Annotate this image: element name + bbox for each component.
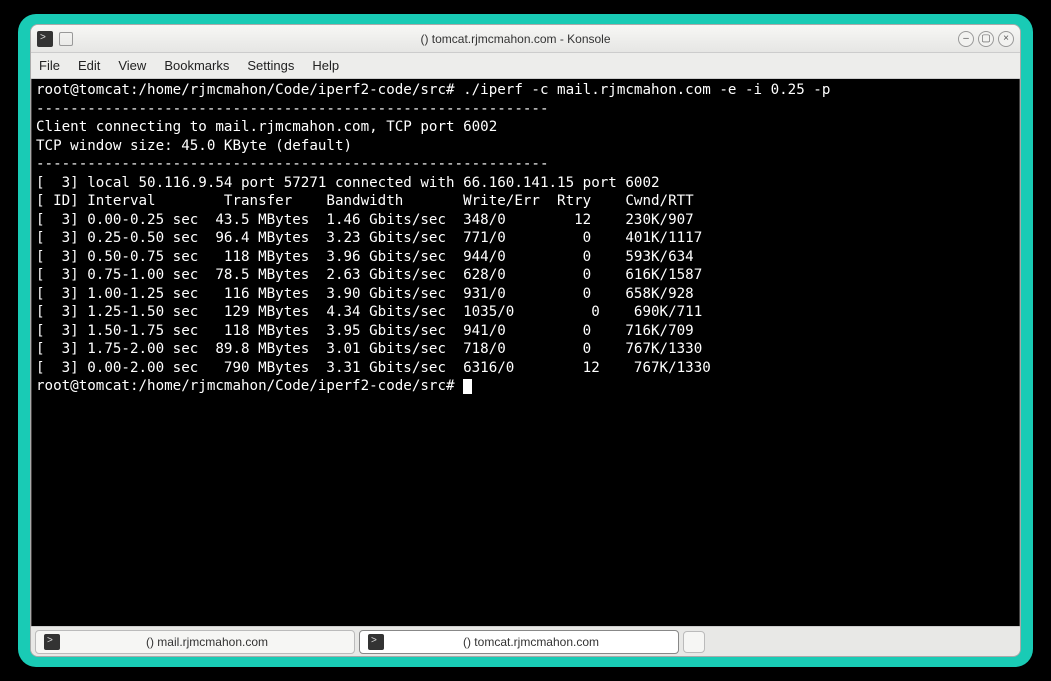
app-icon: [37, 31, 53, 47]
tab-mail[interactable]: () mail.rjmcmahon.com: [35, 630, 355, 654]
menu-file[interactable]: File: [39, 58, 60, 73]
maximize-button[interactable]: ▢: [978, 31, 994, 47]
terminal-line: [ 3] 0.25-0.50 sec 96.4 MBytes 3.23 Gbit…: [36, 230, 702, 246]
terminal[interactable]: root@tomcat:/home/rjmcmahon/Code/iperf2-…: [31, 79, 1020, 626]
terminal-line: [ 3] 1.75-2.00 sec 89.8 MBytes 3.01 Gbit…: [36, 341, 702, 357]
terminal-icon: [368, 634, 384, 650]
terminal-line: [ 3] 0.00-2.00 sec 790 MBytes 3.31 Gbits…: [36, 360, 711, 376]
terminal-prompt: root@tomcat:/home/rjmcmahon/Code/iperf2-…: [36, 378, 463, 394]
cursor: [463, 379, 472, 394]
pin-icon[interactable]: [59, 32, 73, 46]
menubar: File Edit View Bookmarks Settings Help: [31, 53, 1020, 79]
minimize-button[interactable]: –: [958, 31, 974, 47]
terminal-line: [ 3] 1.00-1.25 sec 116 MBytes 3.90 Gbits…: [36, 286, 694, 302]
menu-bookmarks[interactable]: Bookmarks: [164, 58, 229, 73]
tab-label: () tomcat.rjmcmahon.com: [392, 635, 670, 649]
window-title: () tomcat.rjmcmahon.com - Konsole: [73, 32, 958, 46]
menu-help[interactable]: Help: [312, 58, 339, 73]
new-tab-button[interactable]: [683, 631, 705, 653]
terminal-line: [ 3] local 50.116.9.54 port 57271 connec…: [36, 175, 660, 191]
terminal-line: [ 3] 1.25-1.50 sec 129 MBytes 4.34 Gbits…: [36, 304, 702, 320]
tab-tomcat[interactable]: () tomcat.rjmcmahon.com: [359, 630, 679, 654]
titlebar: () tomcat.rjmcmahon.com - Konsole – ▢ ×: [31, 25, 1020, 53]
terminal-line: [ 3] 0.00-0.25 sec 43.5 MBytes 1.46 Gbit…: [36, 212, 694, 228]
tab-label: () mail.rjmcmahon.com: [68, 635, 346, 649]
terminal-line: TCP window size: 45.0 KByte (default): [36, 138, 352, 154]
terminal-line: [ 3] 0.75-1.00 sec 78.5 MBytes 2.63 Gbit…: [36, 267, 702, 283]
menu-settings[interactable]: Settings: [247, 58, 294, 73]
konsole-window: () tomcat.rjmcmahon.com - Konsole – ▢ × …: [30, 24, 1021, 657]
terminal-line: ----------------------------------------…: [36, 156, 549, 172]
desktop-frame: () tomcat.rjmcmahon.com - Konsole – ▢ × …: [18, 14, 1033, 667]
terminal-line: root@tomcat:/home/rjmcmahon/Code/iperf2-…: [36, 82, 839, 98]
terminal-line: Client connecting to mail.rjmcmahon.com,…: [36, 119, 497, 135]
menu-view[interactable]: View: [118, 58, 146, 73]
terminal-line: [ 3] 0.50-0.75 sec 118 MBytes 3.96 Gbits…: [36, 249, 694, 265]
terminal-line: ----------------------------------------…: [36, 101, 549, 117]
terminal-icon: [44, 634, 60, 650]
menu-edit[interactable]: Edit: [78, 58, 100, 73]
terminal-line: [ 3] 1.50-1.75 sec 118 MBytes 3.95 Gbits…: [36, 323, 694, 339]
terminal-line: [ ID] Interval Transfer Bandwidth Write/…: [36, 193, 694, 209]
tabbar: () mail.rjmcmahon.com () tomcat.rjmcmaho…: [31, 626, 1020, 656]
close-button[interactable]: ×: [998, 31, 1014, 47]
